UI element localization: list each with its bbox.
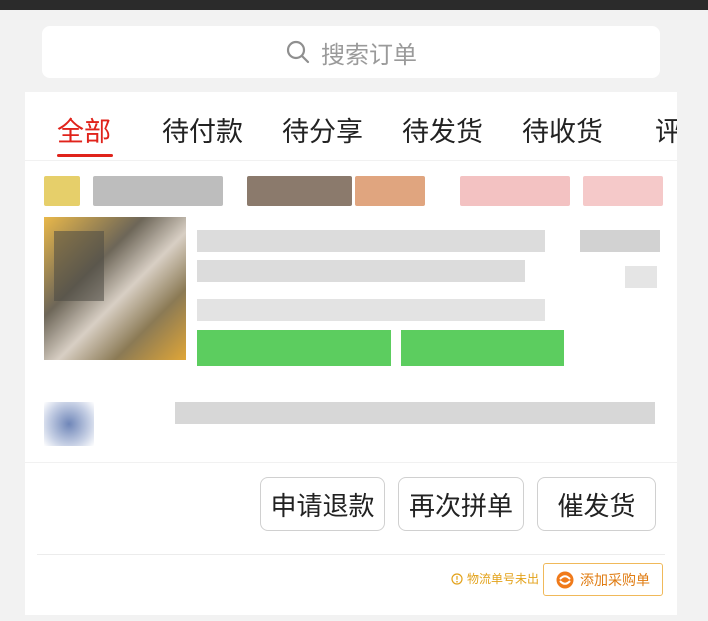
tab-pending-shipment[interactable]: 待发货 bbox=[402, 110, 483, 149]
store-badge-blurred bbox=[247, 176, 352, 206]
product-price-blurred bbox=[580, 230, 660, 252]
active-tab-indicator bbox=[57, 154, 113, 157]
promo-tag-blurred-2 bbox=[401, 330, 564, 366]
search-icon bbox=[286, 40, 310, 64]
buyer-avatar bbox=[44, 402, 94, 446]
order-card: 全部 待付款 待分享 待发货 待收货 评 申请退款 再次拼单 催发货 物流单号未… bbox=[25, 92, 677, 615]
add-to-purchase-label: 添加采购单 bbox=[580, 572, 650, 589]
tab-pending-payment[interactable]: 待付款 bbox=[162, 110, 243, 149]
product-qty-blurred bbox=[625, 266, 657, 288]
order-status-tabs: 全部 待付款 待分享 待发货 待收货 评 bbox=[25, 92, 677, 160]
apply-refund-button[interactable]: 申请退款 bbox=[260, 477, 385, 531]
promo-tag-blurred bbox=[197, 330, 391, 366]
logistics-hint: 物流单号未出 bbox=[451, 570, 539, 587]
divider bbox=[25, 160, 677, 161]
top-status-bar bbox=[0, 0, 708, 10]
info-icon bbox=[451, 572, 463, 585]
product-title-line-2 bbox=[197, 260, 525, 282]
store-avatar bbox=[44, 176, 80, 206]
order-status-blurred bbox=[460, 176, 570, 206]
urge-shipment-button[interactable]: 催发货 bbox=[537, 477, 656, 531]
tab-all[interactable]: 全部 bbox=[57, 110, 111, 149]
logistics-hint-text: 物流单号未出 bbox=[467, 572, 540, 586]
search-bar[interactable]: 搜索订单 bbox=[42, 26, 660, 78]
product-title-line-1 bbox=[197, 230, 545, 252]
tab-review[interactable]: 评 bbox=[655, 110, 677, 149]
reorder-button[interactable]: 再次拼单 bbox=[398, 477, 524, 531]
order-status-blurred-2 bbox=[583, 176, 663, 206]
purchase-swirl-icon bbox=[556, 571, 574, 588]
search-placeholder: 搜索订单 bbox=[321, 40, 417, 69]
group-info-blurred bbox=[175, 402, 655, 424]
store-name-blurred bbox=[93, 176, 223, 206]
add-to-purchase-list-button[interactable]: 添加采购单 bbox=[543, 563, 663, 596]
product-image[interactable] bbox=[44, 217, 186, 360]
divider bbox=[37, 554, 665, 555]
tab-pending-share[interactable]: 待分享 bbox=[282, 110, 363, 149]
product-spec-line bbox=[197, 299, 545, 321]
divider bbox=[25, 462, 677, 463]
store-badge-blurred-2 bbox=[355, 176, 425, 206]
tab-pending-receipt[interactable]: 待收货 bbox=[522, 110, 603, 149]
